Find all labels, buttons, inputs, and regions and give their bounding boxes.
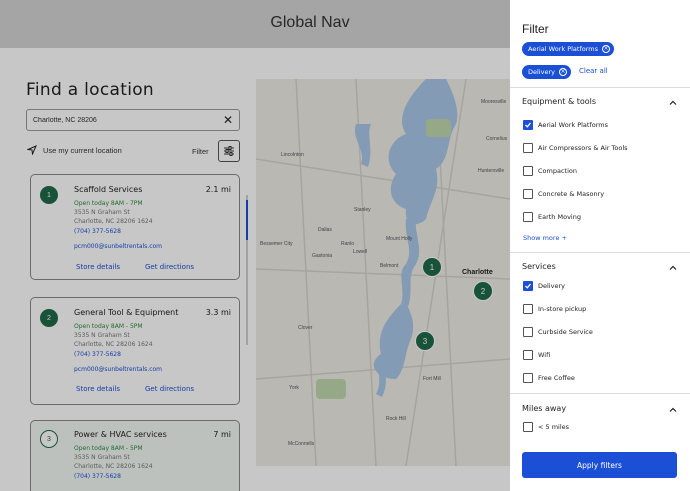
checkbox-label: Aerial Work Platforms bbox=[538, 121, 608, 129]
checkbox[interactable] bbox=[523, 350, 533, 360]
checkbox-label: < 5 miles bbox=[538, 423, 570, 431]
checkbox-label: Concrete & Masonry bbox=[538, 190, 605, 198]
chevron-up-icon[interactable] bbox=[669, 406, 677, 414]
divider bbox=[510, 87, 690, 88]
checkbox-option[interactable]: Compaction bbox=[523, 166, 577, 176]
checkbox-option[interactable]: Aerial Work Platforms bbox=[523, 120, 608, 130]
checkbox-option[interactable]: Wifi bbox=[523, 350, 550, 360]
checkbox[interactable] bbox=[523, 189, 533, 199]
checkbox-label: Delivery bbox=[538, 282, 565, 290]
checkbox-option[interactable]: Earth Moving bbox=[523, 212, 581, 222]
checkbox[interactable] bbox=[523, 422, 533, 432]
checkbox[interactable] bbox=[523, 166, 533, 176]
checkbox[interactable] bbox=[523, 327, 533, 337]
filter-chip-label: Aerial Work Platforms bbox=[528, 45, 598, 53]
checkbox-label: In-store pickup bbox=[538, 305, 587, 313]
checkbox[interactable] bbox=[523, 212, 533, 222]
show-more-link[interactable]: Show more + bbox=[523, 234, 567, 242]
filter-panel: Filter Aerial Work Platforms × Delivery … bbox=[510, 0, 690, 491]
modal-backdrop[interactable] bbox=[0, 0, 510, 491]
section-equipment-title[interactable]: Equipment & tools bbox=[522, 97, 596, 106]
filter-chip[interactable]: Delivery × bbox=[522, 65, 571, 79]
checkbox[interactable] bbox=[523, 373, 533, 383]
checkbox-label: Curbside Service bbox=[538, 328, 593, 336]
filter-chip-label: Delivery bbox=[528, 68, 555, 76]
checkbox-option[interactable]: Air Compressors & Air Tools bbox=[523, 143, 628, 153]
divider bbox=[510, 252, 690, 253]
filter-title: Filter bbox=[522, 22, 549, 36]
checkbox-label: Wifi bbox=[538, 351, 551, 359]
remove-chip-icon[interactable]: × bbox=[558, 68, 567, 76]
section-services-title[interactable]: Services bbox=[522, 262, 556, 271]
chevron-up-icon[interactable] bbox=[669, 99, 677, 107]
checkbox-option[interactable]: Curbside Service bbox=[523, 327, 593, 337]
clear-all-link[interactable]: Clear all bbox=[579, 67, 608, 75]
checkbox-option[interactable]: Delivery bbox=[523, 281, 565, 291]
checkbox-option[interactable]: Concrete & Masonry bbox=[523, 189, 604, 199]
apply-filters-button[interactable]: Apply filters bbox=[522, 452, 677, 478]
checkbox-checked[interactable] bbox=[523, 281, 533, 291]
checkbox-checked[interactable] bbox=[523, 120, 533, 130]
filter-chip[interactable]: Aerial Work Platforms × bbox=[522, 42, 614, 56]
chevron-up-icon[interactable] bbox=[669, 264, 677, 272]
checkbox-label: Earth Moving bbox=[538, 213, 581, 221]
checkbox-option[interactable]: < 5 miles bbox=[523, 422, 569, 432]
checkbox-option[interactable]: In-store pickup bbox=[523, 304, 586, 314]
divider bbox=[510, 393, 690, 394]
checkbox-label: Air Compressors & Air Tools bbox=[538, 144, 628, 152]
checkbox-label: Free Coffee bbox=[538, 374, 575, 382]
checkbox-option[interactable]: Free Coffee bbox=[523, 373, 575, 383]
checkbox[interactable] bbox=[523, 304, 533, 314]
checkbox[interactable] bbox=[523, 143, 533, 153]
section-miles-title[interactable]: Miles away bbox=[522, 404, 566, 413]
remove-chip-icon[interactable]: × bbox=[602, 45, 610, 53]
checkbox-label: Compaction bbox=[538, 167, 577, 175]
